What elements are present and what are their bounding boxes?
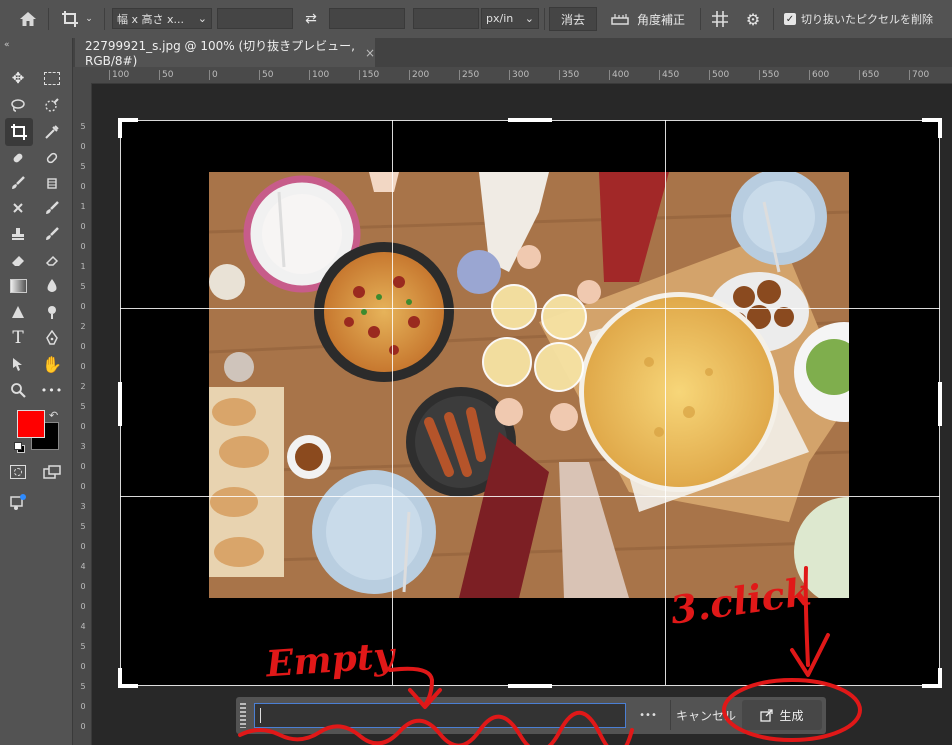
annotation-underline [238,710,634,745]
annotation-curved-arrow [388,666,435,707]
annotation-empty-label: Empty [264,634,396,686]
annotation-circle [722,678,862,742]
annotation-overlay [238,566,862,745]
annotation-arrow-head [790,633,830,677]
annotation-arrow-head [408,688,442,709]
